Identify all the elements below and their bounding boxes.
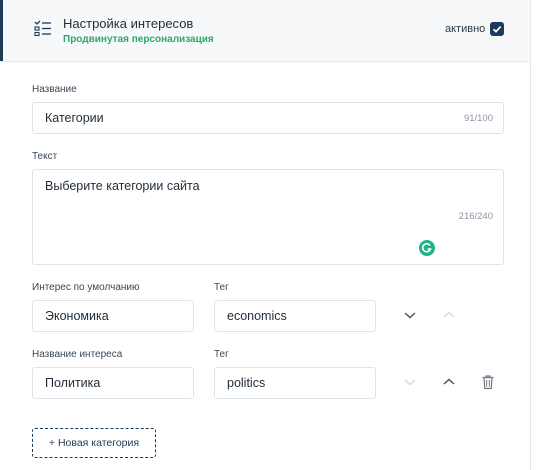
list-checks-icon bbox=[34, 20, 51, 37]
interest-name-input[interactable]: Политика bbox=[32, 367, 194, 399]
chevron-down-icon[interactable] bbox=[401, 306, 419, 324]
active-checkbox[interactable] bbox=[490, 22, 504, 36]
text-field-label: Текст bbox=[32, 151, 58, 162]
chevron-down-icon[interactable] bbox=[401, 373, 419, 391]
panel-title: Настройка интересов bbox=[63, 16, 194, 31]
default-tag-input[interactable]: economics bbox=[214, 300, 376, 332]
name-field-label: Название bbox=[32, 84, 77, 95]
chevron-up-icon[interactable] bbox=[440, 306, 458, 324]
default-interest-value: Экономика bbox=[45, 309, 109, 323]
interest-settings-panel: Настройка интересов Продвинутая персонал… bbox=[0, 0, 531, 470]
interest-tag-label: Тег bbox=[214, 349, 229, 360]
active-status-label: активно bbox=[445, 23, 486, 35]
trash-icon[interactable] bbox=[481, 374, 495, 390]
interest-name-value: Политика bbox=[45, 376, 101, 390]
interest-tag-value: politics bbox=[227, 376, 266, 390]
default-interest-input[interactable]: Экономика bbox=[32, 300, 194, 332]
grammarly-icon[interactable] bbox=[419, 240, 435, 256]
add-category-button[interactable]: + Новая категория bbox=[32, 428, 156, 458]
name-input-value: Категории bbox=[45, 111, 104, 125]
panel-subtitle: Продвинутая персонализация bbox=[63, 34, 214, 45]
default-tag-value: economics bbox=[227, 309, 287, 323]
header-accent-bar bbox=[0, 0, 3, 61]
grammarly-g-glyph bbox=[421, 243, 432, 253]
text-textarea-value: Выберите категории сайта bbox=[45, 179, 200, 193]
default-interest-label: Интерес по умолчанию bbox=[32, 282, 140, 293]
name-char-counter: 91/100 bbox=[463, 113, 493, 124]
interest-tag-input[interactable]: politics bbox=[214, 367, 376, 399]
name-input[interactable]: Категории 91/100 bbox=[32, 102, 504, 134]
chevron-up-icon[interactable] bbox=[440, 373, 458, 391]
checkmark-icon bbox=[492, 26, 502, 33]
default-tag-label: Тег bbox=[214, 282, 229, 293]
panel-header: Настройка интересов Продвинутая персонал… bbox=[0, 0, 530, 62]
text-char-counter: 216/240 bbox=[458, 211, 493, 222]
interest-name-label: Название интереса bbox=[32, 349, 123, 360]
